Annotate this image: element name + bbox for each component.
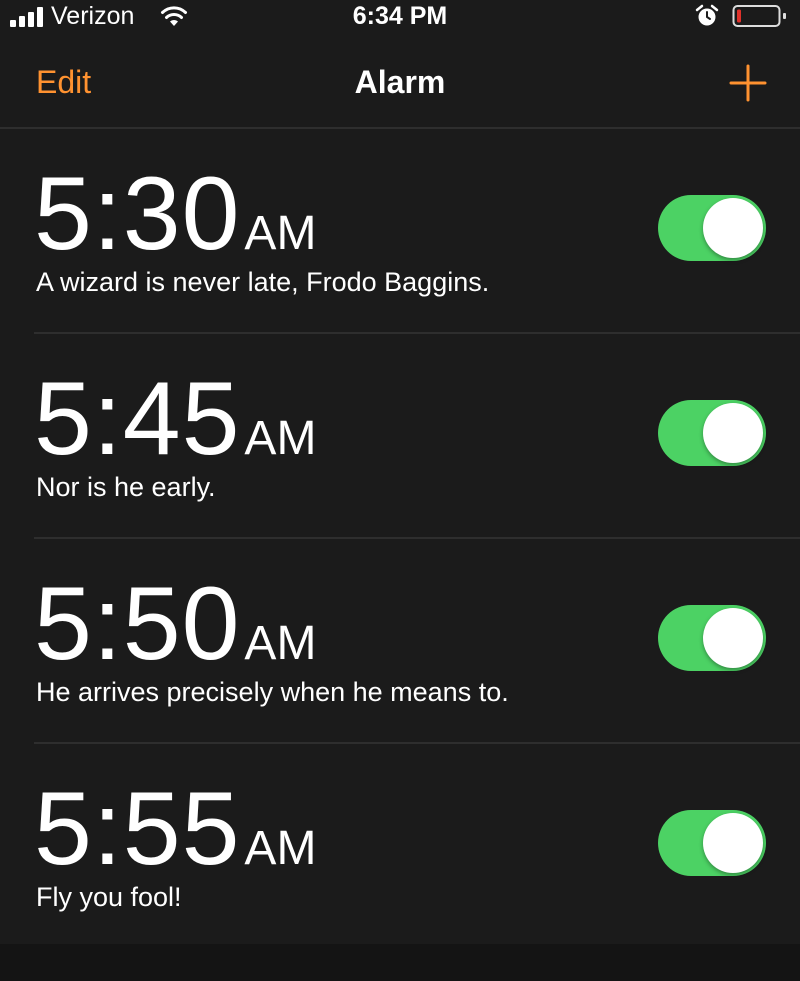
bottom-area xyxy=(0,944,800,981)
alarm-time-value: 5:55 xyxy=(34,771,241,887)
alarm-list: 5:30AM A wizard is never late, Frodo Bag… xyxy=(0,129,800,947)
alarm-label: A wizard is never late, Frodo Baggins. xyxy=(36,267,490,297)
alarm-toggle[interactable] xyxy=(658,605,766,671)
alarm-toggle[interactable] xyxy=(658,195,766,261)
status-bar: Verizon 6:34 PM xyxy=(0,0,800,34)
alarm-label: He arrives precisely when he means to. xyxy=(36,677,509,707)
status-time: 6:34 PM xyxy=(352,2,448,30)
alarm-row[interactable]: 5:45AM Nor is he early. xyxy=(34,334,800,539)
alarm-row[interactable]: 5:30AM A wizard is never late, Frodo Bag… xyxy=(34,129,800,334)
alarm-ampm: AM xyxy=(244,207,317,260)
page-title: Alarm xyxy=(354,64,446,100)
battery-icon xyxy=(732,5,786,27)
toggle-knob xyxy=(703,608,763,668)
toggle-knob xyxy=(703,403,763,463)
alarm-label: Fly you fool! xyxy=(36,882,182,912)
alarm-screen: Verizon 6:34 PM Edit Alarm 5:30AM A wiza… xyxy=(0,0,800,981)
navigation-bar: Edit Alarm xyxy=(0,34,800,128)
alarm-time-value: 5:50 xyxy=(34,566,241,682)
alarm-label: Nor is he early. xyxy=(36,472,216,502)
alarm-ampm: AM xyxy=(244,617,317,670)
toggle-knob xyxy=(703,198,763,258)
alarm-time-value: 5:45 xyxy=(34,361,241,477)
add-alarm-button[interactable] xyxy=(727,62,769,104)
alarm-row[interactable]: 5:55AM Fly you fool! xyxy=(34,744,800,947)
alarm-toggle[interactable] xyxy=(658,400,766,466)
alarm-row[interactable]: 5:50AM He arrives precisely when he mean… xyxy=(34,539,800,744)
alarm-toggle[interactable] xyxy=(658,810,766,876)
alarm-time-value: 5:30 xyxy=(34,156,241,272)
alarm-clock-icon xyxy=(695,4,719,26)
plus-icon xyxy=(729,64,767,102)
alarm-ampm: AM xyxy=(244,412,317,465)
toggle-knob xyxy=(703,813,763,873)
alarm-ampm: AM xyxy=(244,822,317,875)
